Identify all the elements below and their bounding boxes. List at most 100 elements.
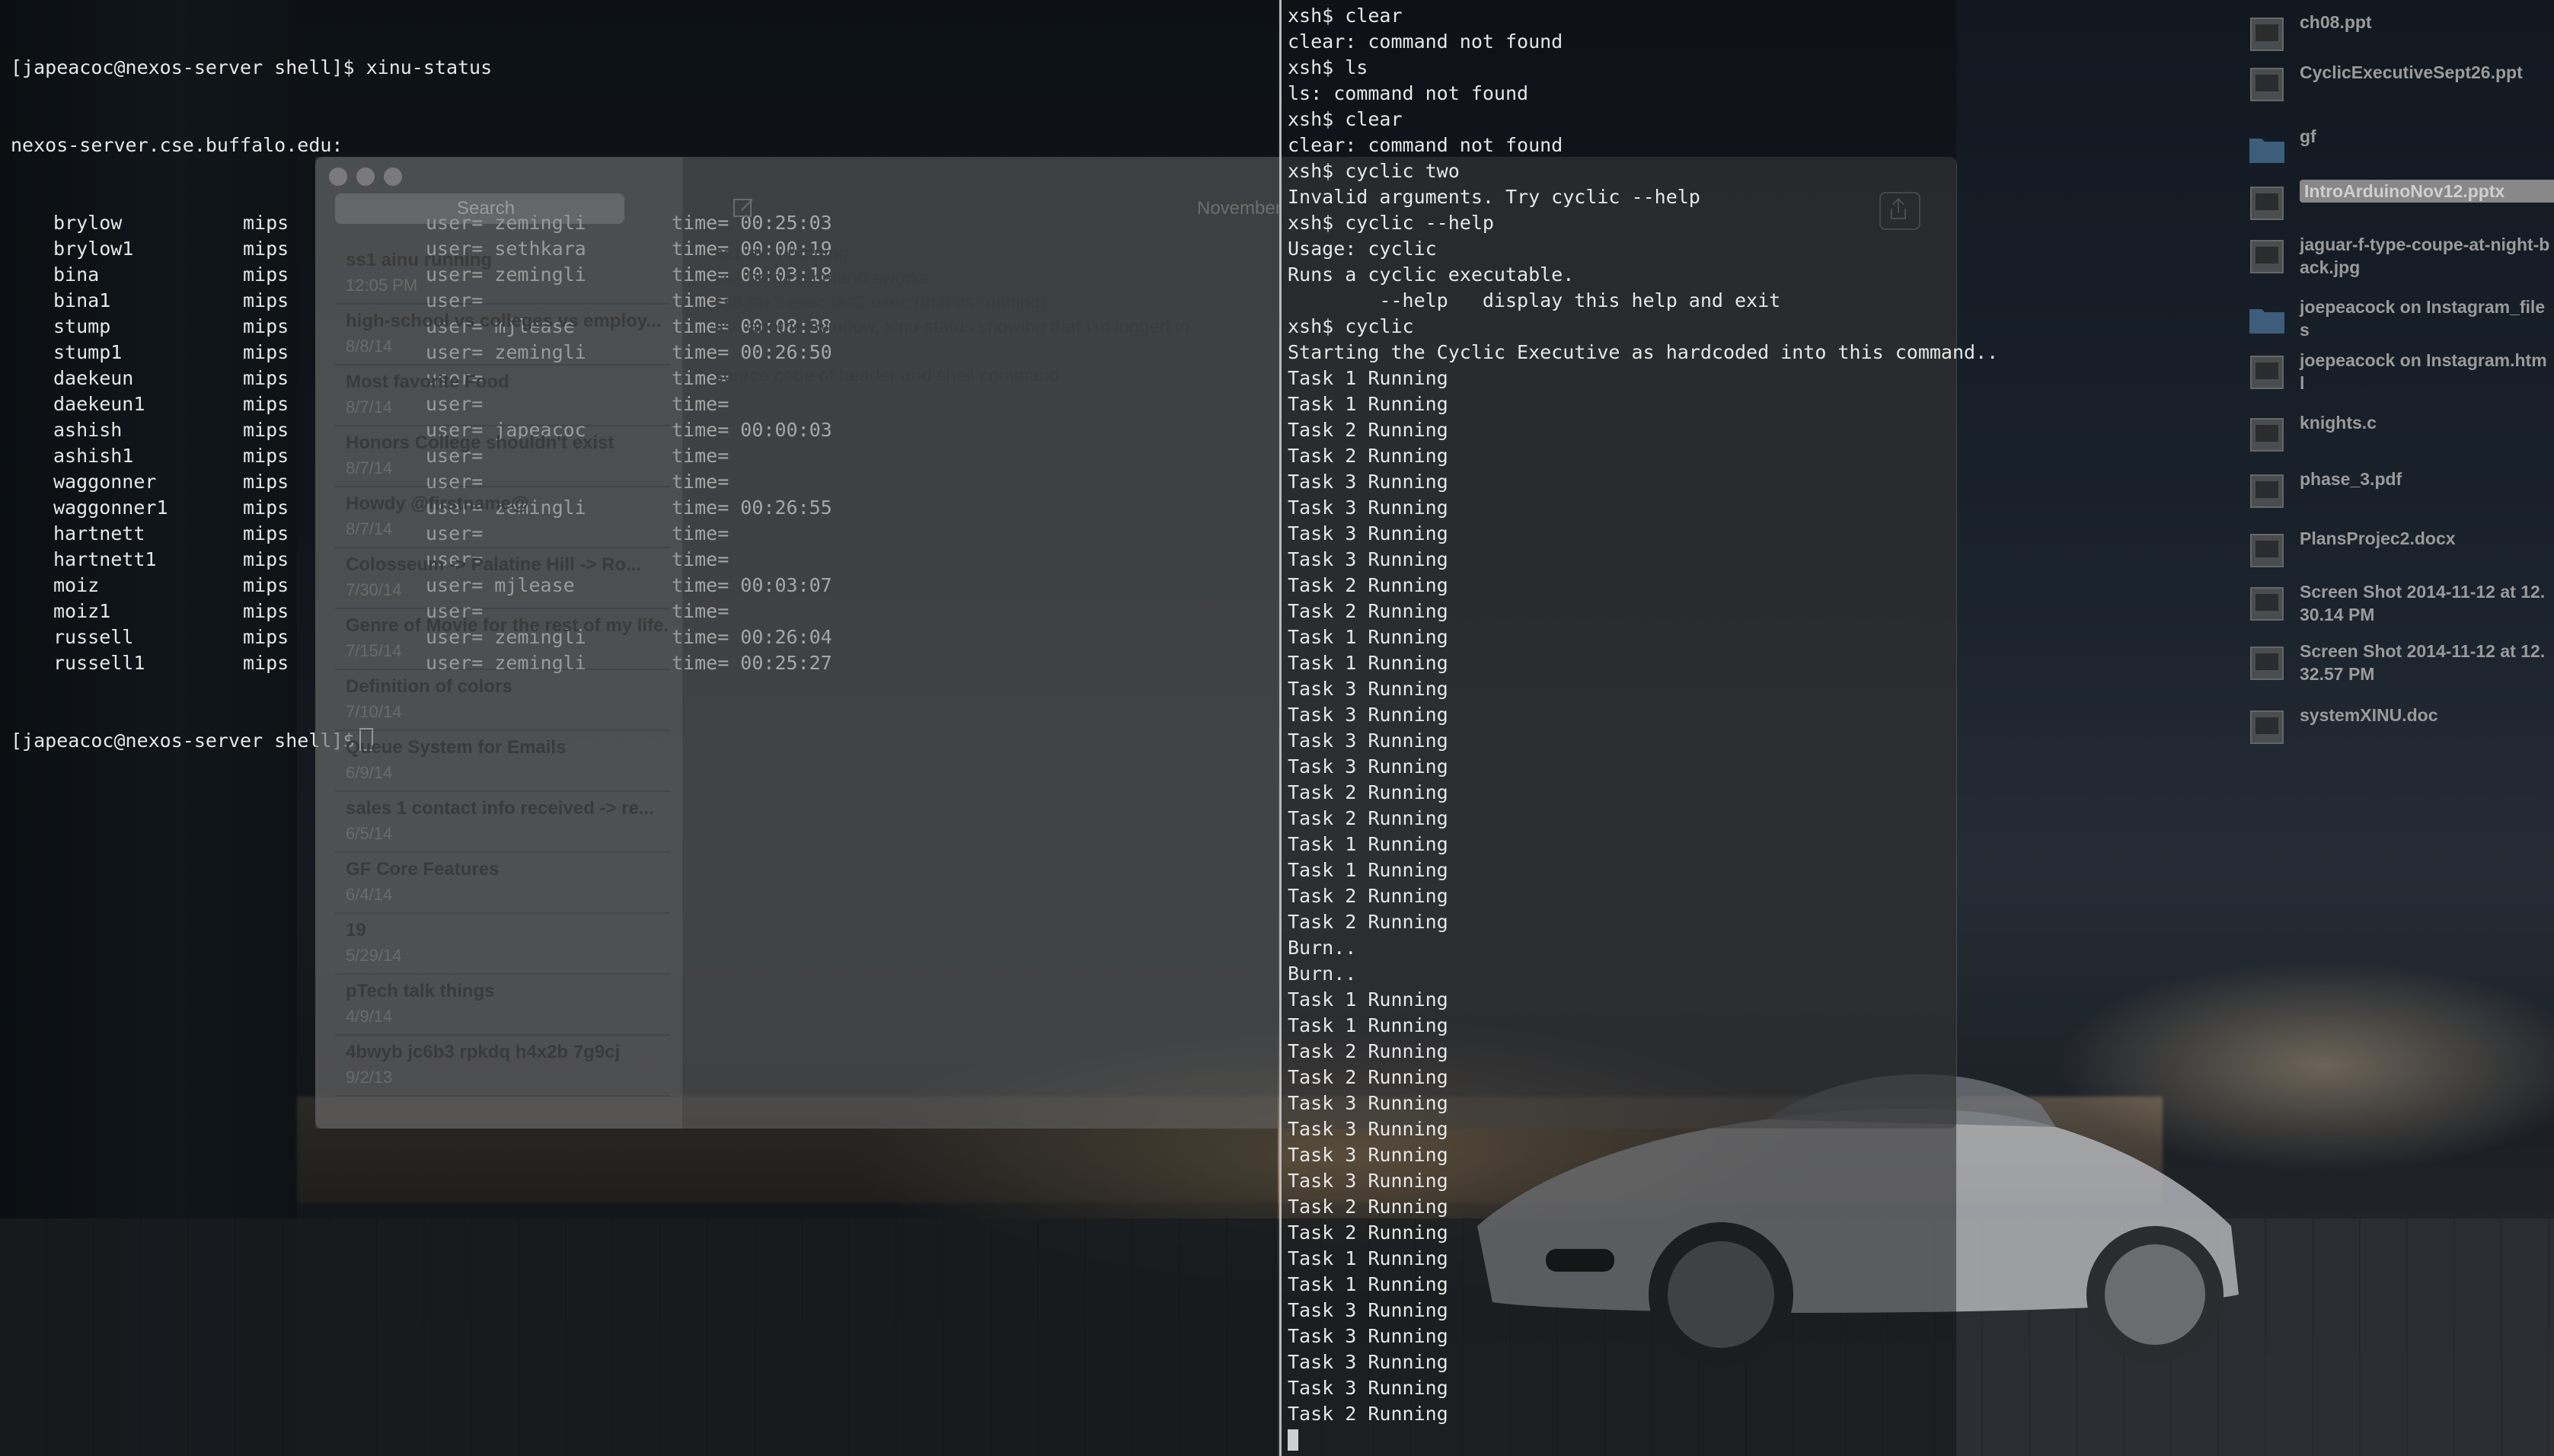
terminal-window-right[interactable]: xsh$ clear clear: command not found xsh$ l…	[1279, 0, 1998, 1456]
note-date: 9/2/13	[346, 1068, 393, 1087]
note-body-line: ss1 ainu running	[714, 244, 849, 264]
presentation-file-icon	[2246, 183, 2287, 224]
note-list-item[interactable]: Definition of colors 7/10/14	[335, 669, 670, 731]
backend-host: brylow	[53, 212, 123, 234]
terminal-output-line: Runs a cyclic executable.	[1288, 263, 1575, 286]
terminal-output-line: Task 2 Running	[1288, 781, 1448, 803]
desktop-file-label: systemXINU.doc	[2300, 705, 2438, 725]
terminal-output-line: Task 1 Running	[1288, 1273, 1448, 1295]
note-title: Honors College shouldn't exist	[346, 433, 615, 453]
terminal-output-line: Task 2 Running	[1288, 1403, 1448, 1425]
backend-host: brylow1	[53, 238, 134, 260]
backend-arch: mips	[243, 341, 289, 363]
note-title: Howdy @firstname@	[346, 493, 529, 514]
desktop-file-label: knights.c	[2300, 413, 2377, 433]
terminal-output-line: Task 1 Running	[1288, 626, 1448, 648]
backend-host: bina	[53, 263, 100, 286]
compose-note-icon[interactable]	[733, 196, 755, 219]
note-list-item[interactable]: high-school vs colleges vs employ... 8/8/…	[335, 303, 670, 366]
image-file-icon	[2246, 236, 2287, 277]
terminal-output-line: Starting the Cyclic Executive as hardcod…	[1288, 341, 1999, 363]
terminal-output-line: Task 1 Running	[1288, 988, 1448, 1011]
image-file-icon	[2246, 583, 2287, 624]
terminal-output-line: Task 1 Running	[1288, 1014, 1448, 1036]
note-body-line	[714, 340, 1189, 364]
note-list-item[interactable]: Honors College shouldn't exist 8/7/14	[335, 425, 670, 487]
terminal-output-line: xsh$ cyclic --help	[1288, 212, 1494, 234]
terminal-output-line: xsh$ ls	[1288, 56, 1368, 78]
note-list-item[interactable]: Genre of Movie for the rest of my life. 7…	[335, 608, 670, 670]
terminal-output-line: Task 2 Running	[1288, 1221, 1448, 1244]
backend-host: ashish	[53, 419, 123, 441]
terminal-output-line: xsh$ cyclic	[1288, 315, 1414, 337]
note-list-item[interactable]: Queue System for Emails 6/9/14	[335, 730, 670, 792]
terminal-output-line: clear: command not found	[1288, 134, 1563, 156]
desktop-file-label: phase_3.pdf	[2300, 469, 2402, 489]
terminal-output-line: xsh$ clear	[1288, 5, 1403, 27]
minimize-window-icon[interactable]	[356, 168, 375, 186]
zoom-window-icon[interactable]	[384, 168, 402, 186]
note-list-item[interactable]: pTech talk things 4/9/14	[335, 973, 670, 1036]
note-list-item[interactable]: sales 1 contact info received -> re... 6/…	[335, 790, 670, 853]
terminal-output-line: Task 3 Running	[1288, 755, 1448, 777]
note-title: Genre of Movie for the rest of my life.	[346, 615, 669, 636]
backend-arch: mips	[243, 574, 289, 596]
note-list-item[interactable]: 4bwyb jc6b3 rpkdq h4x2b 7g9cj 9/2/13	[335, 1034, 670, 1097]
document-file-icon	[2246, 530, 2287, 571]
desktop-file-label: CyclicExecutiveSept26.ppt	[2300, 62, 2523, 82]
note-title: ss1 ainu running	[346, 250, 493, 270]
note-list-item[interactable]: Colosseum -> Palatine Hill -> Ro... 7/30/…	[335, 547, 670, 609]
note-date: 5/29/14	[346, 946, 402, 965]
terminal-output-line: Task 3 Running	[1288, 1325, 1448, 1347]
note-date: 8/7/14	[346, 398, 393, 417]
terminal-output-line: Task 3 Running	[1288, 1377, 1448, 1399]
desktop-file-label: gf	[2300, 126, 2316, 146]
html-file-icon	[2246, 352, 2287, 393]
note-title: Most favorite Food	[346, 372, 509, 392]
desktop-file-label: IntroArduinoNov12.pptx	[2300, 180, 2554, 203]
note-list-item[interactable]: Most favorite Food 8/7/14	[335, 364, 670, 426]
close-window-icon[interactable]	[329, 168, 347, 186]
note-list-item[interactable]: GF Core Features 6/4/14	[335, 851, 670, 914]
terminal-output-line: Task 1 Running	[1288, 367, 1448, 389]
desktop-file-label: joepeacock on Instagram_files	[2300, 297, 2546, 340]
terminal-output-line: Task 1 Running	[1288, 859, 1448, 881]
notes-search-input[interactable]: Search	[335, 193, 624, 224]
backend-arch: mips	[243, 367, 289, 389]
terminal-output-line: Burn..	[1288, 963, 1357, 985]
backend-arch: mips	[243, 497, 289, 519]
terminal-output-line: Usage: cyclic	[1288, 238, 1437, 260]
backend-arch: mips	[243, 289, 289, 311]
note-body-line: ss3 tas1 exec tas2 exec (that its runnin…	[714, 292, 1047, 313]
note-title: 4bwyb jc6b3 rpkdq h4x2b 7g9cj	[346, 1042, 621, 1062]
backend-host: russell	[53, 626, 134, 648]
terminal-output-line: Task 3 Running	[1288, 730, 1448, 752]
terminal-output-line: Burn..	[1288, 937, 1357, 959]
backend-arch: mips	[243, 522, 289, 544]
note-body[interactable]: ss1 ainu running ss2 help command sworks s…	[714, 242, 1189, 388]
terminal-output-line: Task 1 Running	[1288, 833, 1448, 855]
terminal-server-line: nexos-server.cse.buffalo.edu:	[11, 134, 343, 156]
terminal-output-line: Task 2 Running	[1288, 885, 1448, 907]
note-title: pTech talk things	[346, 981, 495, 1001]
note-body-line: source code of header and shell command	[714, 366, 1060, 386]
terminal-output-line: Task 2 Running	[1288, 1040, 1448, 1062]
terminal-output-line: xsh$ clear	[1288, 108, 1403, 130]
note-list-item[interactable]: ss1 ainu running 12:05 PM	[335, 242, 670, 305]
note-date: 6/4/14	[346, 885, 393, 904]
terminal-output-line: ls: command not found	[1288, 82, 1529, 104]
desktop-file-label: PlansProjec2.docx	[2300, 528, 2456, 548]
backend-arch: mips	[243, 263, 289, 286]
note-list-item[interactable]: Howdy @firstname@ 8/7/14	[335, 486, 670, 548]
terminal-cursor	[1288, 1429, 1298, 1451]
note-title: Definition of colors	[346, 676, 512, 697]
terminal-output-line: Task 3 Running	[1288, 1351, 1448, 1373]
terminal-cursor-line[interactable]	[1288, 1427, 1998, 1453]
backend-host: stump1	[53, 341, 123, 363]
note-list-item[interactable]: 19 5/29/14	[335, 912, 670, 975]
terminal-output-line: Task 1 Running	[1288, 393, 1448, 415]
backend-arch: mips	[243, 626, 289, 648]
desktop-file-label: jaguar-f-type-coupe-at-night-back.jpg	[2300, 235, 2550, 277]
backend-host: moiz1	[53, 600, 111, 622]
terminal-output-line: Task 2 Running	[1288, 1196, 1448, 1218]
